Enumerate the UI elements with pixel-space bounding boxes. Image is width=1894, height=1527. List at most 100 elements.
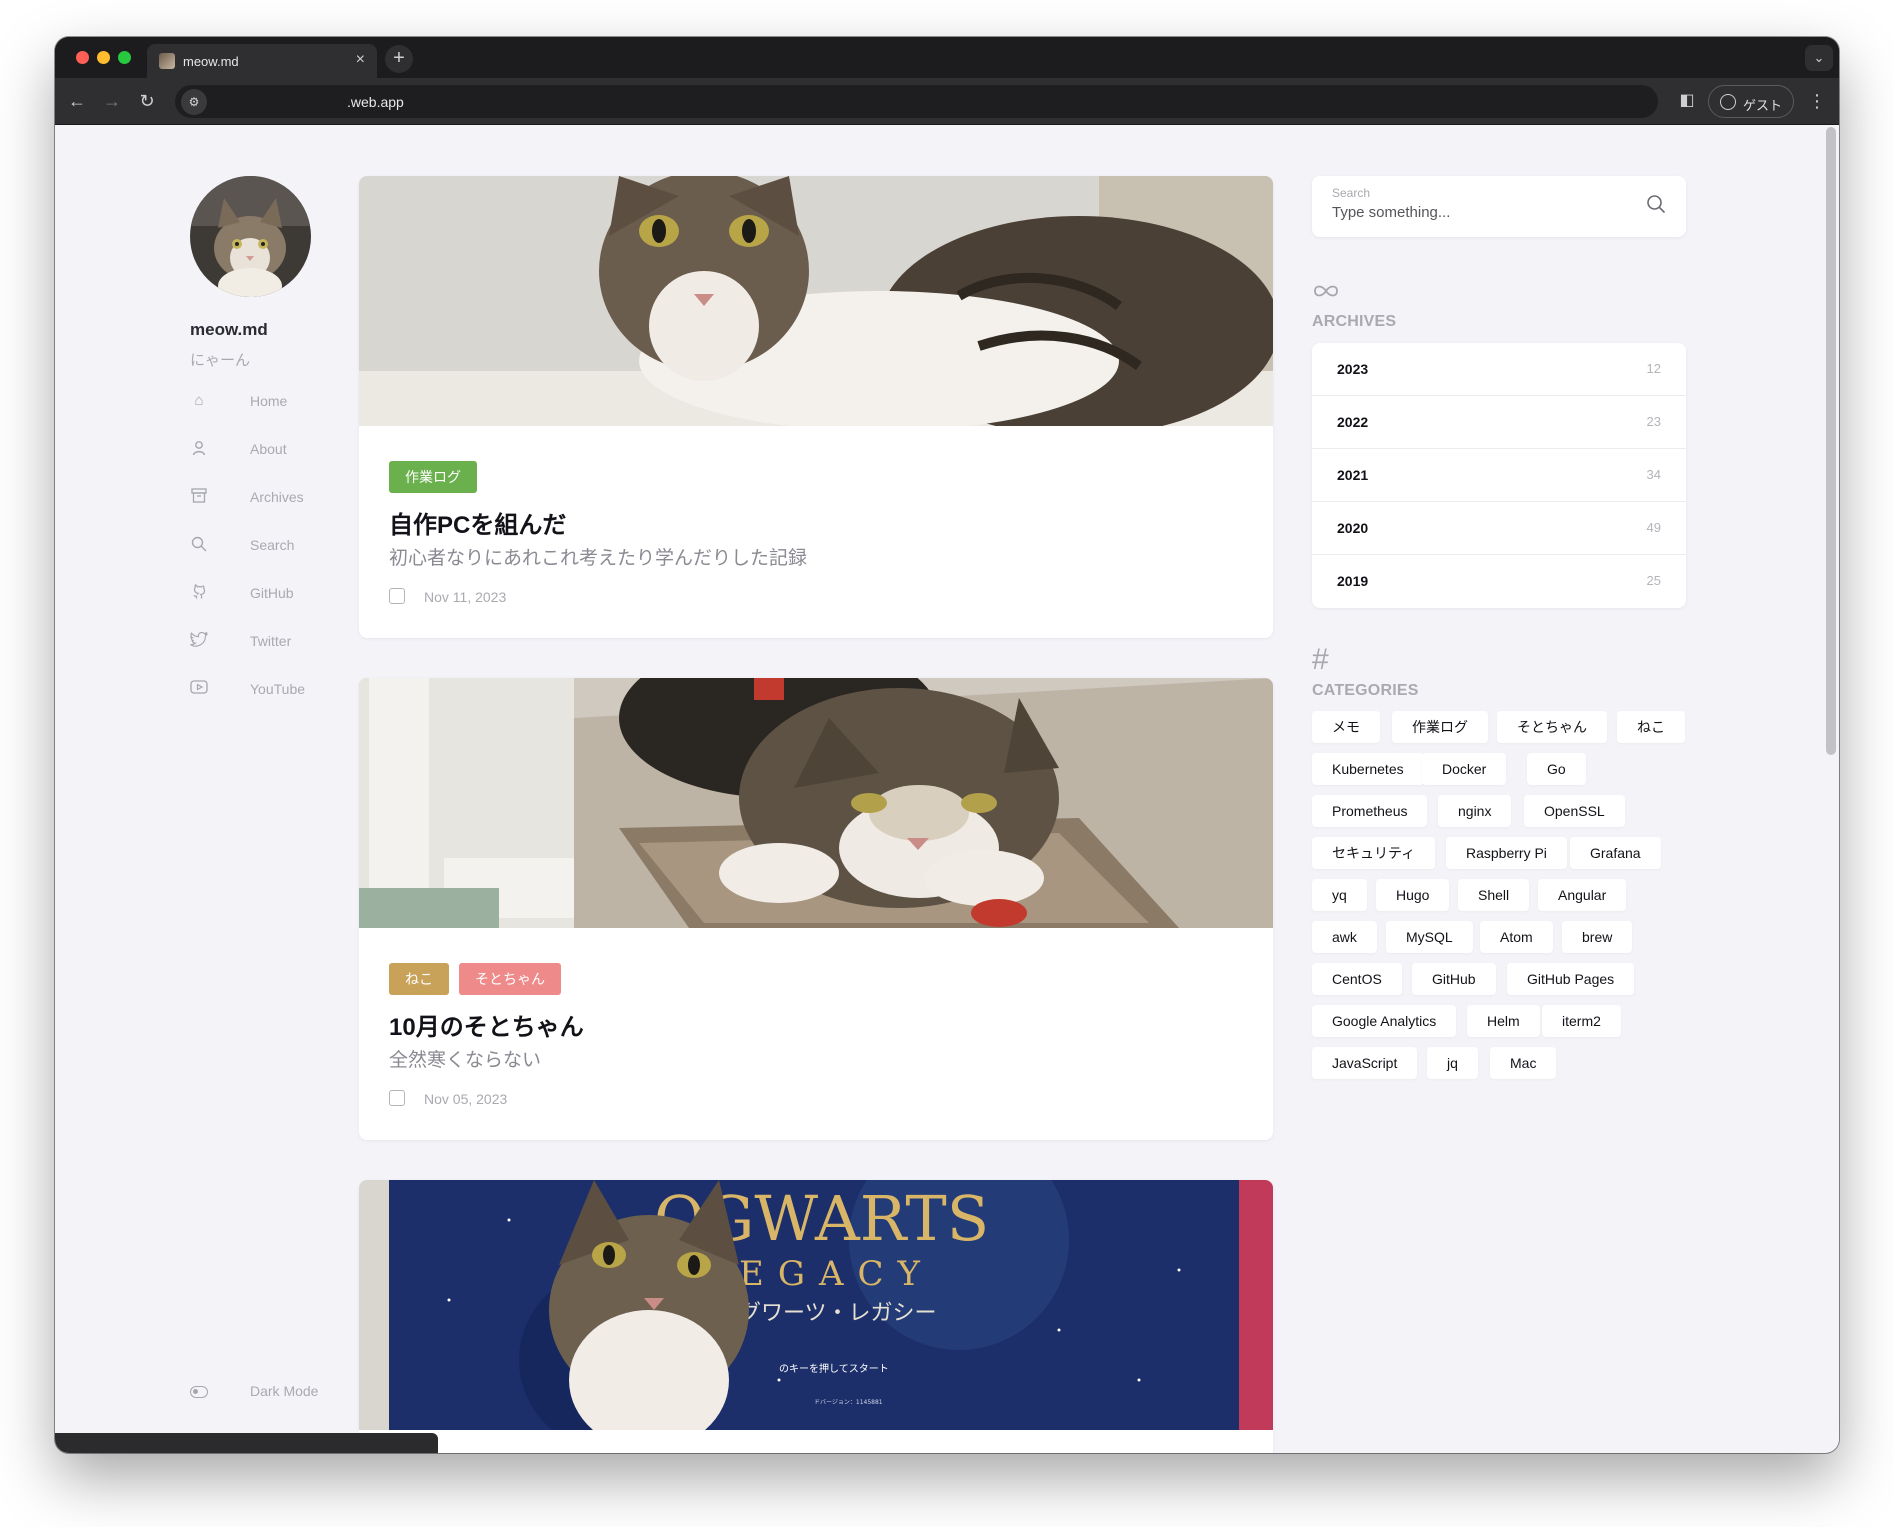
game-jp-title-text: グワーツ・レガシー — [739, 1301, 937, 1326]
search-box[interactable]: Search — [1312, 176, 1686, 237]
category-tag[interactable]: Mac — [1490, 1047, 1557, 1079]
post-card[interactable]: OGWARTS EGACY グワーツ・レガシー のキーを押してスタート ドバージ… — [359, 1180, 1273, 1453]
sidebar-item-home[interactable]: ⌂ Home — [190, 387, 350, 417]
new-tab-button[interactable]: + — [385, 45, 413, 73]
category-tag[interactable]: Helm — [1467, 1005, 1540, 1037]
category-tag[interactable]: Google Analytics — [1312, 1005, 1457, 1037]
window-controls — [76, 51, 131, 64]
category-tag[interactable]: Atom — [1480, 921, 1553, 953]
post-thumbnail[interactable]: OGWARTS EGACY グワーツ・レガシー のキーを押してスタート ドバージ… — [359, 1180, 1273, 1430]
site-info-icon[interactable]: ⚙ — [181, 89, 207, 115]
post-title[interactable]: 自作PCを組んだ — [389, 505, 566, 540]
post-tags: 作業ログ — [389, 461, 477, 493]
search-input[interactable] — [1332, 204, 1632, 221]
category-tag[interactable]: Hugo — [1376, 879, 1450, 911]
archive-item[interactable]: 2019 25 — [1312, 555, 1686, 608]
category-tag[interactable]: Grafana — [1570, 837, 1661, 869]
sidebar-item-twitter[interactable]: Twitter — [190, 627, 350, 657]
post-tags: ねこ そとちゃん — [389, 963, 561, 995]
post-thumbnail[interactable] — [359, 176, 1273, 426]
github-icon — [190, 584, 208, 602]
avatar[interactable] — [190, 176, 311, 297]
category-tag[interactable]: メモ — [1312, 711, 1380, 743]
search-icon — [190, 536, 208, 554]
search-icon[interactable] — [1646, 194, 1668, 216]
tab-bar: meow.md × + ⌄ — [55, 37, 1839, 78]
archive-count: 49 — [1646, 520, 1661, 535]
calendar-icon — [389, 1090, 405, 1106]
profile-button[interactable]: ゲスト — [1708, 85, 1794, 118]
category-tag[interactable]: Raspberry Pi — [1446, 837, 1567, 869]
sidebar-item-archives[interactable]: Archives — [190, 483, 350, 513]
sidebar-item-search[interactable]: Search — [190, 531, 350, 561]
category-tag[interactable]: iterm2 — [1542, 1005, 1621, 1037]
minimize-window-button[interactable] — [97, 51, 110, 64]
game-start-prompt-text: のキーを押してスタート — [779, 1362, 889, 1375]
category-tag[interactable]: nginx — [1438, 795, 1512, 827]
forward-arrow-icon[interactable]: → — [100, 89, 124, 113]
category-tag[interactable]: jq — [1427, 1047, 1478, 1079]
dark-mode-toggle[interactable]: Dark Mode — [190, 1380, 350, 1410]
reload-icon[interactable]: ↻ — [135, 89, 159, 113]
category-tag[interactable]: セキュリティ — [1312, 837, 1436, 869]
category-tag[interactable]: Go — [1527, 753, 1586, 785]
archive-item[interactable]: 2021 34 — [1312, 449, 1686, 502]
archive-year: 2022 — [1337, 414, 1369, 430]
category-tag[interactable]: Docker — [1422, 753, 1507, 785]
url-text[interactable]: .web.app — [347, 94, 404, 110]
post-thumbnail[interactable] — [359, 678, 1273, 928]
category-tag[interactable]: そとちゃん — [1497, 711, 1607, 743]
search-label: Search — [1332, 186, 1371, 200]
category-tag[interactable]: ねこ — [1617, 711, 1685, 743]
post-card[interactable]: ねこ そとちゃん 10月のそとちゃん 全然寒くならない Nov 05, 2023 — [359, 678, 1273, 1140]
archives-heading: ARCHIVES — [1312, 313, 1397, 330]
category-tag[interactable]: OpenSSL — [1524, 795, 1625, 827]
sidebar-item-youtube[interactable]: YouTube — [190, 675, 350, 705]
archive-icon — [190, 488, 208, 506]
category-tag[interactable]: CentOS — [1312, 963, 1402, 995]
category-tag[interactable]: yq — [1312, 879, 1367, 911]
close-window-button[interactable] — [76, 51, 89, 64]
post-description: 初心者なりにあれこれ考えたり学んだりした記録 — [389, 548, 808, 569]
category-tag[interactable]: GitHub Pages — [1507, 963, 1635, 995]
sidebar-item-label: About — [250, 441, 287, 457]
archive-item[interactable]: 2023 12 — [1312, 343, 1686, 396]
browser-window: meow.md × + ⌄ ← → ↻ ⚙ .web.app ◧ ゲスト ⋮ m… — [55, 37, 1839, 1453]
category-tag[interactable]: Shell — [1458, 879, 1530, 911]
tag-badge[interactable]: そとちゃん — [459, 963, 561, 995]
category-tag[interactable]: 作業ログ — [1392, 711, 1488, 743]
category-tag[interactable]: GitHub — [1412, 963, 1496, 995]
archive-item[interactable]: 2020 49 — [1312, 502, 1686, 555]
maximize-window-button[interactable] — [118, 51, 131, 64]
sidebar-item-github[interactable]: GitHub — [190, 579, 350, 609]
address-bar[interactable]: ⚙ .web.app — [175, 85, 1658, 118]
category-tag[interactable]: Kubernetes — [1312, 753, 1424, 785]
page-viewport: meow.md にゃーん ⌂ Home About Archives Searc… — [55, 125, 1839, 1453]
browser-tab[interactable]: meow.md × — [147, 44, 377, 78]
close-tab-icon[interactable]: × — [356, 51, 365, 69]
archive-item[interactable]: 2022 23 — [1312, 396, 1686, 449]
tag-badge[interactable]: 作業ログ — [389, 461, 477, 493]
archive-count: 23 — [1646, 414, 1661, 429]
category-tag[interactable]: JavaScript — [1312, 1047, 1418, 1079]
archive-count: 12 — [1646, 361, 1661, 376]
side-panel-icon[interactable]: ◧ — [1675, 89, 1699, 113]
tag-badge[interactable]: ねこ — [389, 963, 449, 995]
category-tag[interactable]: brew — [1562, 921, 1633, 953]
category-tag[interactable]: awk — [1312, 921, 1377, 953]
category-tag[interactable]: MySQL — [1386, 921, 1473, 953]
home-icon: ⌂ — [194, 392, 204, 409]
sidebar-item-about[interactable]: About — [190, 435, 350, 465]
category-tag[interactable]: Prometheus — [1312, 795, 1428, 827]
back-arrow-icon[interactable]: ← — [65, 89, 89, 113]
post-title[interactable]: 10月のそとちゃん — [389, 1007, 584, 1042]
dark-mode-label: Dark Mode — [250, 1383, 319, 1399]
tab-search-chevron-down-icon[interactable]: ⌄ — [1805, 45, 1833, 71]
page-scrollbar[interactable] — [1823, 125, 1839, 1453]
category-tag[interactable]: Angular — [1538, 879, 1627, 911]
scrollbar-thumb[interactable] — [1826, 127, 1836, 755]
calendar-icon — [389, 588, 405, 604]
site-title[interactable]: meow.md — [190, 320, 268, 340]
post-card[interactable]: 作業ログ 自作PCを組んだ 初心者なりにあれこれ考えたり学んだりした記録 Nov… — [359, 176, 1273, 638]
more-menu-icon[interactable]: ⋮ — [1805, 89, 1829, 113]
